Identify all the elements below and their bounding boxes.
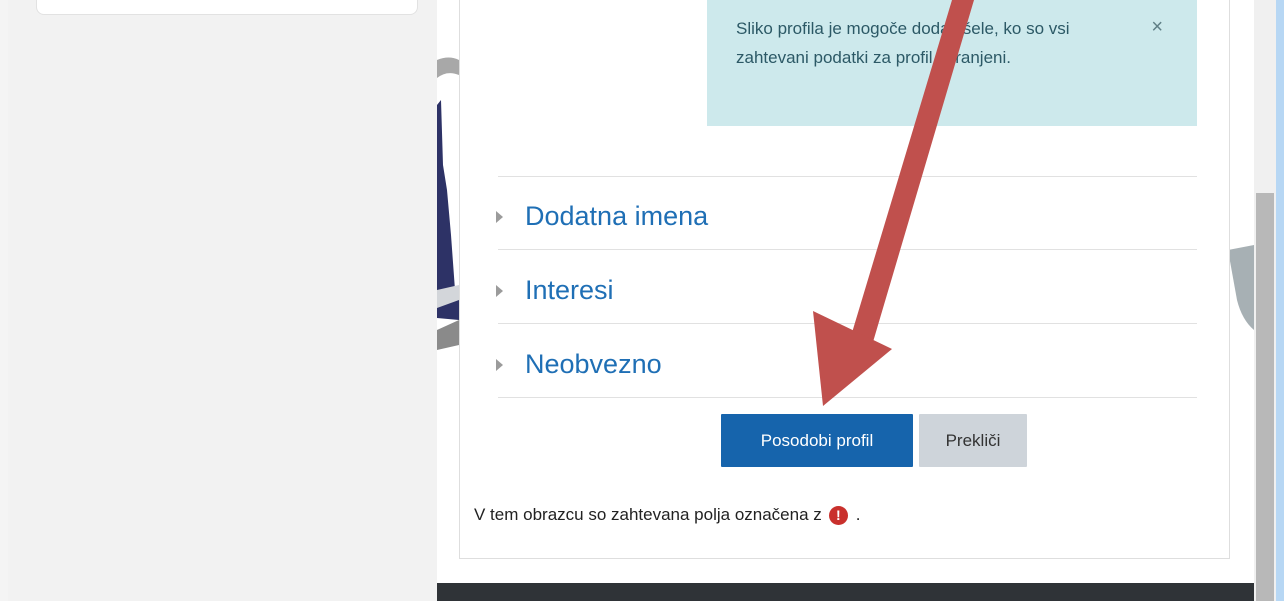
section-neobvezno[interactable]: Neobvezno — [496, 344, 662, 384]
left-sidebar — [8, 0, 437, 601]
section-dodatna-imena[interactable]: Dodatna imena — [496, 196, 708, 236]
required-fields-note: V tem obrazcu so zahtevana polja označen… — [474, 505, 861, 525]
update-profile-button[interactable]: Posodobi profil — [721, 414, 913, 467]
required-note-suffix: . — [855, 505, 861, 524]
section-label: Dodatna imena — [525, 200, 709, 231]
section-interesi[interactable]: Interesi — [496, 270, 614, 310]
caret-right-icon — [496, 285, 503, 297]
window-edge — [1276, 0, 1284, 601]
alert-message: Sliko profila je mogoče dodati šele, ko … — [736, 19, 1070, 67]
info-alert: Sliko profila je mogoče dodati šele, ko … — [707, 0, 1197, 126]
required-note-text: V tem obrazcu so zahtevana polja označen… — [474, 505, 822, 524]
page-footer — [437, 583, 1254, 601]
section-divider — [498, 249, 1197, 250]
exclamation-circle-icon: ! — [828, 505, 848, 525]
cancel-button[interactable]: Prekliči — [919, 414, 1027, 467]
section-label: Neobvezno — [525, 348, 662, 379]
scrollbar-thumb[interactable] — [1256, 193, 1274, 601]
section-label: Interesi — [525, 274, 614, 305]
section-divider — [498, 397, 1197, 398]
section-divider — [498, 323, 1197, 324]
caret-right-icon — [496, 359, 503, 371]
caret-right-icon — [496, 211, 503, 223]
close-icon[interactable]: × — [1151, 12, 1163, 42]
section-divider — [498, 176, 1197, 177]
sidebar-card — [36, 0, 418, 15]
